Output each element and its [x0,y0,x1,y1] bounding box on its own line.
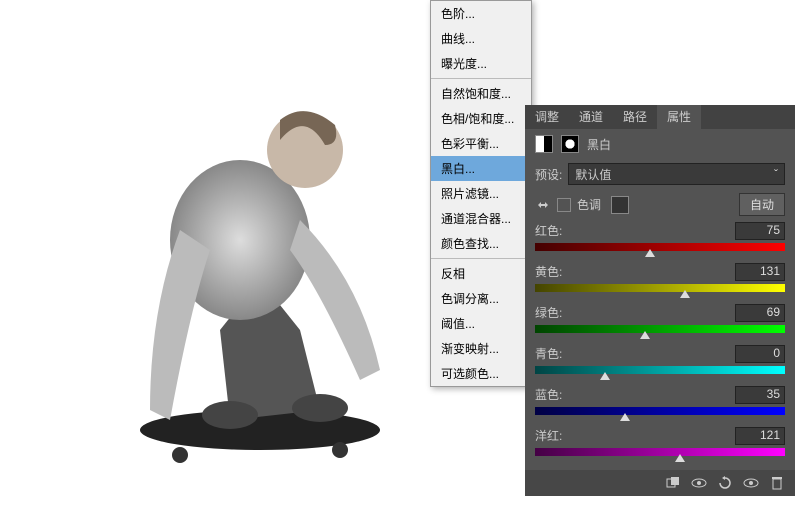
slider-label: 绿色: [535,304,562,322]
slider-label: 黄色: [535,263,562,281]
tab-调整[interactable]: 调整 [525,105,569,129]
menu-item[interactable]: 阈值... [431,311,531,336]
menu-item[interactable]: 曲线... [431,26,531,51]
panel-footer [525,470,795,496]
slider-绿色:: 绿色: 69 [525,302,795,343]
slider-value[interactable]: 75 [735,222,785,240]
slider-thumb[interactable] [640,331,650,339]
canvas-image [30,50,450,500]
slider-thumb[interactable] [620,413,630,421]
menu-item[interactable]: 曝光度... [431,51,531,76]
tab-属性[interactable]: 属性 [657,105,701,129]
menu-item[interactable]: 通道混合器... [431,206,531,231]
chevron-down-icon: ˇ [774,167,778,181]
auto-button[interactable]: 自动 [739,193,785,216]
tint-checkbox[interactable] [557,198,571,212]
menu-item[interactable]: 可选颜色... [431,361,531,386]
slider-thumb[interactable] [645,249,655,257]
tint-label: 色调 [577,196,601,213]
slider-label: 洋红: [535,427,562,445]
menu-item[interactable]: 反相 [431,261,531,286]
menu-item[interactable]: 色相/饱和度... [431,106,531,131]
properties-panel: 调整通道路径属性 黑白 预设: 默认值 ˇ 色调 自动 红色: 75 黄色: 131 绿… [525,105,795,496]
adjustments-menu: 色阶...曲线...曝光度... 自然饱和度...色相/饱和度...色彩平衡...… [430,0,532,387]
preset-label: 预设: [535,166,562,183]
slider-value[interactable]: 69 [735,304,785,322]
preset-value: 默认值 [575,166,611,183]
panel-tabs: 调整通道路径属性 [525,105,795,129]
slider-红色:: 红色: 75 [525,220,795,261]
trash-icon[interactable] [769,476,785,490]
slider-蓝色:: 蓝色: 35 [525,384,795,425]
slider-track[interactable] [535,284,785,292]
tab-路径[interactable]: 路径 [613,105,657,129]
slider-value[interactable]: 35 [735,386,785,404]
panel-title: 黑白 [587,136,611,153]
clip-icon[interactable] [665,476,681,490]
tab-通道[interactable]: 通道 [569,105,613,129]
menu-item[interactable]: 黑白... [431,156,531,181]
preset-dropdown[interactable]: 默认值 ˇ [568,163,785,185]
slider-label: 红色: [535,222,562,240]
mask-icon [561,135,579,153]
menu-item[interactable]: 照片滤镜... [431,181,531,206]
slider-track[interactable] [535,243,785,251]
slider-track[interactable] [535,407,785,415]
menu-item[interactable]: 色阶... [431,1,531,26]
reset-icon[interactable] [717,476,733,490]
slider-track[interactable] [535,325,785,333]
slider-label: 青色: [535,345,562,363]
slider-黄色:: 黄色: 131 [525,261,795,302]
hand-icon[interactable] [535,197,551,213]
slider-thumb[interactable] [675,454,685,462]
tint-swatch[interactable] [611,196,629,214]
slider-track[interactable] [535,366,785,374]
slider-label: 蓝色: [535,386,562,404]
slider-value[interactable]: 0 [735,345,785,363]
menu-item[interactable]: 渐变映射... [431,336,531,361]
slider-value[interactable]: 121 [735,427,785,445]
visibility-icon[interactable] [691,476,707,490]
slider-thumb[interactable] [600,372,610,380]
menu-item[interactable]: 颜色查找... [431,231,531,256]
menu-item[interactable]: 色调分离... [431,286,531,311]
menu-item[interactable]: 自然饱和度... [431,81,531,106]
slider-thumb[interactable] [680,290,690,298]
bw-icon [535,135,553,153]
visibility-toggle-icon[interactable] [743,476,759,490]
slider-洋红:: 洋红: 121 [525,425,795,466]
slider-value[interactable]: 131 [735,263,785,281]
menu-item[interactable]: 色彩平衡... [431,131,531,156]
slider-track[interactable] [535,448,785,456]
slider-青色:: 青色: 0 [525,343,795,384]
